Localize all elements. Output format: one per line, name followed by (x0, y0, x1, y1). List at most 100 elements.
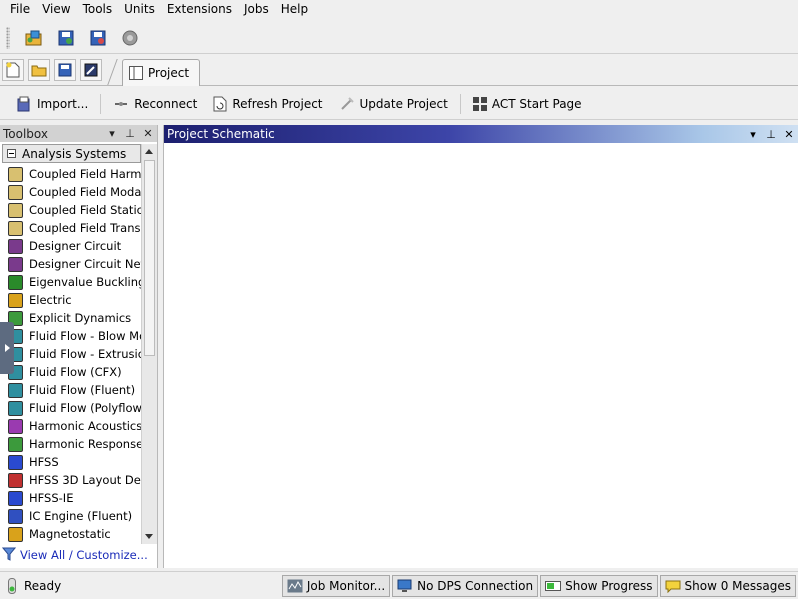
save-button[interactable] (54, 59, 76, 81)
toolbox-item-label: IC Engine (Fluent) (29, 509, 133, 523)
analysis-system-icon (8, 292, 23, 308)
menu-file[interactable]: File (4, 0, 36, 19)
toolbox-item-label: Fluid Flow - Extrusio (29, 347, 141, 361)
update-project-button[interactable]: Update Project (331, 92, 456, 116)
toolbox-item[interactable]: Coupled Field Moda (0, 183, 141, 201)
collapse-icon[interactable] (7, 149, 16, 158)
message-icon (665, 580, 680, 593)
toolbox-item-label: Coupled Field Trans (29, 221, 141, 235)
schematic-canvas[interactable] (164, 143, 798, 568)
act-start-page-button[interactable]: ACT Start Page (465, 92, 590, 116)
close-icon[interactable]: ✕ (780, 128, 798, 141)
toolbox-panel: Toolbox ▾ ⊥ ✕ Analysis Systems Coupled F… (0, 125, 158, 568)
pin-icon[interactable]: ⊥ (762, 128, 780, 141)
toolbox-item[interactable]: Fluid Flow (CFX) (0, 363, 141, 381)
toolbox-item[interactable]: Coupled Field Trans (0, 219, 141, 237)
toolbox-item-label: Designer Circuit (29, 239, 122, 253)
save-as-button[interactable] (80, 59, 102, 81)
toolbox-item[interactable]: IC Engine (Fluent) (0, 507, 141, 525)
toolbox-item[interactable]: Fluid Flow - Extrusio (0, 345, 141, 363)
toolbar-grip[interactable] (6, 26, 10, 49)
scroll-thumb[interactable] (144, 160, 155, 356)
show-messages-button[interactable]: Show 0 Messages (659, 574, 796, 597)
menu-units[interactable]: Units (118, 0, 161, 19)
view-all-row: View All / Customize... (0, 545, 158, 565)
analysis-system-icon (8, 472, 23, 488)
pin-icon[interactable]: ⊥ (121, 127, 139, 140)
close-icon[interactable]: ✕ (139, 127, 157, 140)
toolbox-item-label: Magnetostatic (29, 527, 111, 541)
job-monitor-button[interactable]: Job Monitor... (281, 574, 391, 597)
toolbox-item[interactable]: Coupled Field Harm (0, 165, 141, 183)
view-all-customize-link[interactable]: View All / Customize... (20, 548, 148, 562)
project-schematic-panel: Project Schematic ▾ ⊥ ✕ (163, 125, 798, 568)
import-icon (17, 96, 30, 111)
new-project-button[interactable] (2, 59, 24, 81)
open-project-icon[interactable] (23, 27, 45, 49)
toolbox-item[interactable]: Eigenvalue Buckling (0, 273, 141, 291)
refresh-project-button[interactable]: Refresh Project (205, 92, 330, 116)
menu-view[interactable]: View (36, 0, 76, 19)
icon-toolbar (0, 22, 798, 54)
dps-connection-button[interactable]: No DPS Connection (392, 574, 539, 597)
toolbox-item[interactable]: Explicit Dynamics (0, 309, 141, 327)
toolbox-header: Toolbox ▾ ⊥ ✕ (0, 125, 157, 142)
toolbox-item[interactable]: Electric (0, 291, 141, 309)
toolbox-item-label: HFSS (29, 455, 59, 469)
schematic-title: Project Schematic (167, 127, 275, 141)
progress-icon (545, 580, 562, 591)
filter-icon[interactable] (2, 547, 16, 561)
refresh-icon (213, 96, 227, 111)
toolbox-item[interactable]: Designer Circuit (0, 237, 141, 255)
analysis-systems-group[interactable]: Analysis Systems (2, 144, 141, 163)
menu-extensions[interactable]: Extensions (161, 0, 238, 19)
archive-project-icon[interactable] (87, 27, 109, 49)
scroll-up-icon[interactable] (145, 149, 153, 154)
toolbox-item[interactable]: Magnetostatic (0, 525, 141, 543)
toolbox-item[interactable]: HFSS-IE (0, 489, 141, 507)
open-folder-button[interactable] (28, 59, 50, 81)
analysis-system-icon (8, 418, 23, 434)
side-panel-handle[interactable] (0, 322, 14, 374)
toolbox-item[interactable]: Fluid Flow (Fluent) (0, 381, 141, 399)
toolbox-item-label: HFSS 3D Layout Des (29, 473, 141, 487)
reconnect-button[interactable]: Reconnect (105, 92, 205, 116)
toolbox-item-label: Designer Circuit Net (29, 257, 141, 271)
save-icon (58, 63, 72, 77)
toolbox-item-label: Eigenvalue Buckling (29, 275, 141, 289)
toolbox-item[interactable]: Harmonic Acoustics (0, 417, 141, 435)
toolbox-item[interactable]: Fluid Flow (Polyflow (0, 399, 141, 417)
toolbox-item[interactable]: Fluid Flow - Blow Mo (0, 327, 141, 345)
toolbox-item[interactable]: HFSS (0, 453, 141, 471)
schematic-header: Project Schematic ▾ ⊥ ✕ (164, 125, 798, 143)
tab-project[interactable]: Project (122, 59, 201, 86)
menu-help[interactable]: Help (275, 0, 314, 19)
analysis-system-icon (8, 274, 23, 290)
scroll-down-icon[interactable] (145, 534, 153, 539)
import-button[interactable]: Import... (8, 92, 96, 116)
connect-icon[interactable] (119, 27, 141, 49)
toolbox-item-label: Coupled Field Static (29, 203, 141, 217)
menu-tools[interactable]: Tools (77, 0, 119, 19)
toolbox-item-label: Fluid Flow (Polyflow (29, 401, 141, 415)
analysis-system-icon (8, 202, 23, 218)
toolbox-item[interactable]: HFSS 3D Layout Des (0, 471, 141, 489)
show-progress-button[interactable]: Show Progress (540, 574, 658, 597)
save-project-icon[interactable] (55, 27, 77, 49)
status-light-icon (8, 577, 16, 594)
toolbox-scrollbar[interactable] (141, 144, 157, 544)
analysis-system-icon (8, 256, 23, 272)
reconnect-icon (115, 101, 128, 106)
analysis-system-icon (8, 400, 23, 416)
chevron-down-icon[interactable]: ▾ (103, 127, 121, 140)
toolbox-item[interactable]: Harmonic Response (0, 435, 141, 453)
toolbox-item-label: Coupled Field Harm (29, 167, 141, 181)
toolbox-title: Toolbox (3, 126, 48, 141)
toolbox-item[interactable]: Designer Circuit Net (0, 255, 141, 273)
toolbox-item[interactable]: Coupled Field Static (0, 201, 141, 219)
chevron-down-icon[interactable]: ▾ (744, 128, 762, 141)
analysis-system-icon (8, 490, 23, 506)
toolbox-item-label: Fluid Flow - Blow Mo (29, 329, 141, 343)
project-tab-icon (129, 66, 143, 80)
menu-jobs[interactable]: Jobs (238, 0, 275, 19)
